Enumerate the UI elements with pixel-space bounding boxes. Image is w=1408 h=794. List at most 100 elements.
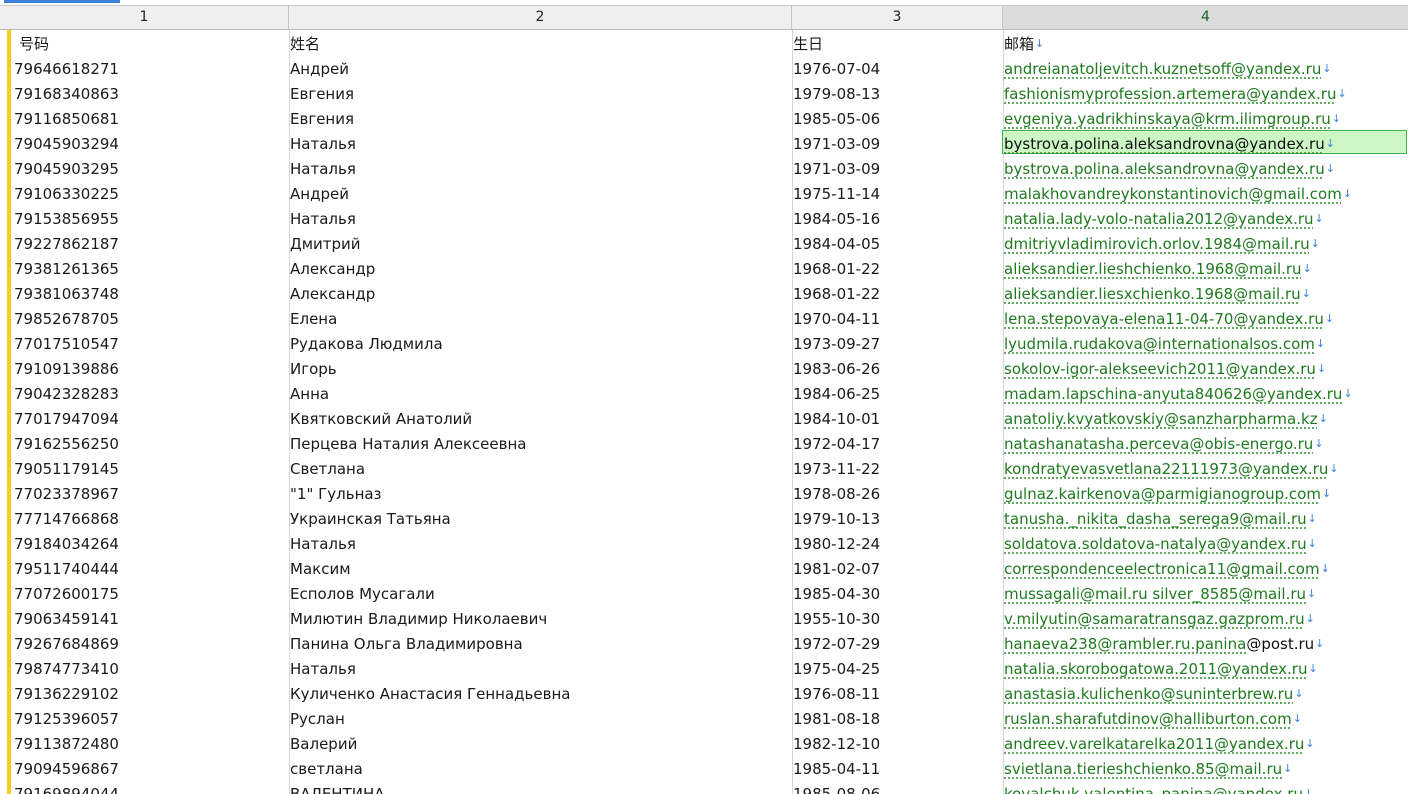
cell-phone[interactable]: 79106330225 [14, 182, 286, 207]
cell-birth[interactable]: 1984-05-16 [793, 207, 999, 232]
column-header-2[interactable]: 2 [289, 6, 792, 29]
cell-birth[interactable]: 1984-04-05 [793, 232, 999, 257]
cell-name[interactable]: Есполов Мусагали [290, 582, 788, 607]
header-birth[interactable]: 生日 [793, 32, 999, 57]
cell-birth[interactable]: 1955-10-30 [793, 607, 999, 632]
cell-name[interactable]: Евгения [290, 82, 788, 107]
cell-phone[interactable]: 79045903295 [14, 157, 286, 182]
cell-name[interactable]: Наталья [290, 207, 788, 232]
column-header-3[interactable]: 3 [792, 6, 1003, 29]
cell-phone[interactable]: 79136229102 [14, 682, 286, 707]
cell-birth[interactable]: 1985-08-06 [793, 782, 999, 794]
cell-phone[interactable]: 77017947094 [14, 407, 286, 432]
cell-name[interactable]: Евгения [290, 107, 788, 132]
cell-birth[interactable]: 1985-04-11 [793, 757, 999, 782]
cell-email[interactable]: kovalchuk.valentina_panina@yandex.ru↓ [1004, 782, 1408, 794]
cell-phone[interactable]: 79109139886 [14, 357, 286, 382]
cell-email[interactable]: dmitriyvladimirovich.orlov.1984@mail.ru↓ [1004, 232, 1408, 257]
header-phone[interactable]: 号码 [19, 32, 291, 57]
cell-birth[interactable]: 1978-08-26 [793, 482, 999, 507]
cell-email[interactable]: kondratyevasvetlana22111973@yandex.ru↓ [1004, 457, 1408, 482]
cell-email[interactable]: fashionismyprofession.artemera@yandex.ru… [1004, 82, 1408, 107]
cell-phone[interactable]: 79511740444 [14, 557, 286, 582]
cell-name[interactable]: Александр [290, 282, 788, 307]
cell-phone[interactable]: 79051179145 [14, 457, 286, 482]
cell-birth[interactable]: 1981-02-07 [793, 557, 999, 582]
cell-birth[interactable]: 1979-08-13 [793, 82, 999, 107]
cell-name[interactable]: Андрей [290, 182, 788, 207]
cell-phone[interactable]: 77072600175 [14, 582, 286, 607]
cell-name[interactable]: Наталья [290, 132, 788, 157]
cell-email[interactable]: correspondenceelectronica11@gmail.com↓ [1004, 557, 1408, 582]
cell-email[interactable]: soldatova.soldatova-natalya@yandex.ru↓ [1004, 532, 1408, 557]
cell-phone[interactable]: 79116850681 [14, 107, 286, 132]
cell-name[interactable]: Украинская Татьяна [290, 507, 788, 532]
cell-email[interactable]: sokolov-igor-alekseevich2011@yandex.ru↓ [1004, 357, 1408, 382]
cell-name[interactable]: Дмитрий [290, 232, 788, 257]
cell-phone[interactable]: 79381063748 [14, 282, 286, 307]
cell-phone[interactable]: 79381261365 [14, 257, 286, 282]
cell-email[interactable]: svietlana.tierieshchienko.85@mail.ru↓ [1004, 757, 1408, 782]
cell-birth[interactable]: 1984-10-01 [793, 407, 999, 432]
column-header-4[interactable]: 4 [1003, 6, 1408, 29]
cell-birth[interactable]: 1970-04-11 [793, 307, 999, 332]
cell-name[interactable]: Панина Ольга Владимировна [290, 632, 788, 657]
cell-birth[interactable]: 1971-03-09 [793, 157, 999, 182]
cell-birth[interactable]: 1975-11-14 [793, 182, 999, 207]
cell-name[interactable]: Рудакова Людмила [290, 332, 788, 357]
cell-email[interactable]: natalia.skorobogatowa.2011@yandex.ru↓ [1004, 657, 1408, 682]
cell-phone[interactable]: 79267684869 [14, 632, 286, 657]
cell-phone[interactable]: 79646618271 [14, 57, 286, 82]
cell-name[interactable]: "1" Гульназ [290, 482, 788, 507]
cell-phone[interactable]: 79227862187 [14, 232, 286, 257]
cell-name[interactable]: Наталья [290, 532, 788, 557]
cell-email[interactable]: alieksandier.liesxchienko.1968@mail.ru↓ [1004, 282, 1408, 307]
cell-email[interactable]: evgeniya.yadrikhinskaya@krm.ilimgroup.ru… [1004, 107, 1408, 132]
cell-birth[interactable]: 1981-08-18 [793, 707, 999, 732]
cell-name[interactable]: Светлана [290, 457, 788, 482]
cell-phone[interactable]: 79184034264 [14, 532, 286, 557]
cell-birth[interactable]: 1976-08-11 [793, 682, 999, 707]
cell-birth[interactable]: 1984-06-25 [793, 382, 999, 407]
cell-email[interactable]: natalia.lady-volo-natalia2012@yandex.ru↓ [1004, 207, 1408, 232]
cell-birth[interactable]: 1972-04-17 [793, 432, 999, 457]
cell-name[interactable]: Анна [290, 382, 788, 407]
cell-name[interactable]: Милютин Владимир Николаевич [290, 607, 788, 632]
cell-birth[interactable]: 1973-11-22 [793, 457, 999, 482]
cell-phone[interactable]: 79153856955 [14, 207, 286, 232]
cell-email[interactable]: bystrova.polina.aleksandrovna@yandex.ru↓ [1004, 157, 1408, 182]
cell-email[interactable]: andreianatoljevitch.kuznetsoff@yandex.ru… [1004, 57, 1408, 82]
cell-name[interactable]: Наталья [290, 157, 788, 182]
cell-name[interactable]: Валерий [290, 732, 788, 757]
cell-birth[interactable]: 1985-04-30 [793, 582, 999, 607]
cell-birth[interactable]: 1968-01-22 [793, 257, 999, 282]
cell-birth[interactable]: 1982-12-10 [793, 732, 999, 757]
cell-phone[interactable]: 77017510547 [14, 332, 286, 357]
cell-name[interactable]: Куличенко Анастасия Геннадьевна [290, 682, 788, 707]
cell-name[interactable]: Андрей [290, 57, 788, 82]
cell-name[interactable]: Наталья [290, 657, 788, 682]
cell-email[interactable]: natashanatasha.perceva@obis-energo.ru↓ [1004, 432, 1408, 457]
cell-birth[interactable]: 1968-01-22 [793, 282, 999, 307]
cell-birth[interactable]: 1975-04-25 [793, 657, 999, 682]
cell-birth[interactable]: 1980-12-24 [793, 532, 999, 557]
cell-phone[interactable]: 79094596867 [14, 757, 286, 782]
cell-email[interactable]: mussagali@mail.ru silver_8585@mail.ru↓ [1004, 582, 1408, 607]
cell-email[interactable]: ruslan.sharafutdinov@halliburton.com↓ [1004, 707, 1408, 732]
cell-birth[interactable]: 1972-07-29 [793, 632, 999, 657]
cell-email[interactable]: lyudmila.rudakova@internationalsos.com↓ [1004, 332, 1408, 357]
cell-phone[interactable]: 79063459141 [14, 607, 286, 632]
cell-email[interactable]: andreev.varelkatarelka2011@yandex.ru↓ [1004, 732, 1408, 757]
cell-name[interactable]: Максим [290, 557, 788, 582]
cell-phone[interactable]: 77714766868 [14, 507, 286, 532]
cell-email[interactable]: lena.stepovaya-elena11-04-70@yandex.ru↓ [1004, 307, 1408, 332]
cell-email[interactable]: v.milyutin@samaratransgaz.gazprom.ru↓ [1004, 607, 1408, 632]
cell-phone[interactable]: 79168340863 [14, 82, 286, 107]
cell-phone[interactable]: 79874773410 [14, 657, 286, 682]
cell-phone[interactable]: 79042328283 [14, 382, 286, 407]
cell-birth[interactable]: 1973-09-27 [793, 332, 999, 357]
cell-phone[interactable]: 77023378967 [14, 482, 286, 507]
cell-name[interactable]: Руслан [290, 707, 788, 732]
cell-birth[interactable]: 1983-06-26 [793, 357, 999, 382]
cell-phone[interactable]: 79045903294 [14, 132, 286, 157]
